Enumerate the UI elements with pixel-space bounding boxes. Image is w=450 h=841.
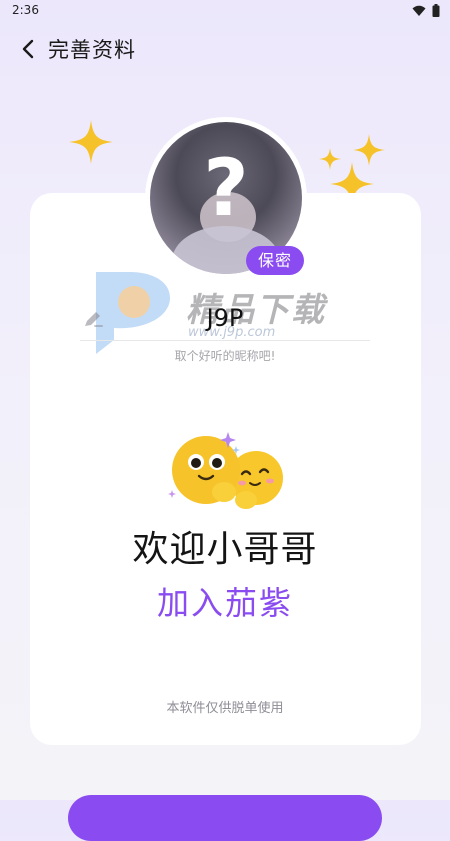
wifi-icon — [412, 5, 426, 16]
join-title: 加入茄紫 — [156, 584, 293, 622]
avatar-placeholder-glyph: ? — [203, 144, 249, 234]
status-time: 2:36 — [12, 3, 39, 17]
nav-bar: 完善资料 — [0, 30, 450, 66]
sparkle-icon — [69, 120, 113, 164]
submit-button[interactable] — [68, 795, 382, 841]
emoji-faces-icon — [168, 432, 283, 509]
privacy-badge[interactable]: 保密 — [246, 246, 304, 275]
battery-icon — [432, 4, 440, 17]
page-title: 完善资料 — [48, 38, 136, 62]
disclaimer-text: 本软件仅供脱单使用 — [166, 701, 284, 716]
status-bar: 2:36 — [0, 0, 450, 22]
nickname-input[interactable]: J9P — [80, 300, 370, 341]
status-icons — [412, 4, 440, 17]
nickname-value: J9P — [206, 304, 244, 332]
back-button[interactable] — [16, 36, 42, 62]
chevron-left-icon — [22, 39, 34, 59]
welcome-title: 欢迎小哥哥 — [132, 529, 318, 570]
